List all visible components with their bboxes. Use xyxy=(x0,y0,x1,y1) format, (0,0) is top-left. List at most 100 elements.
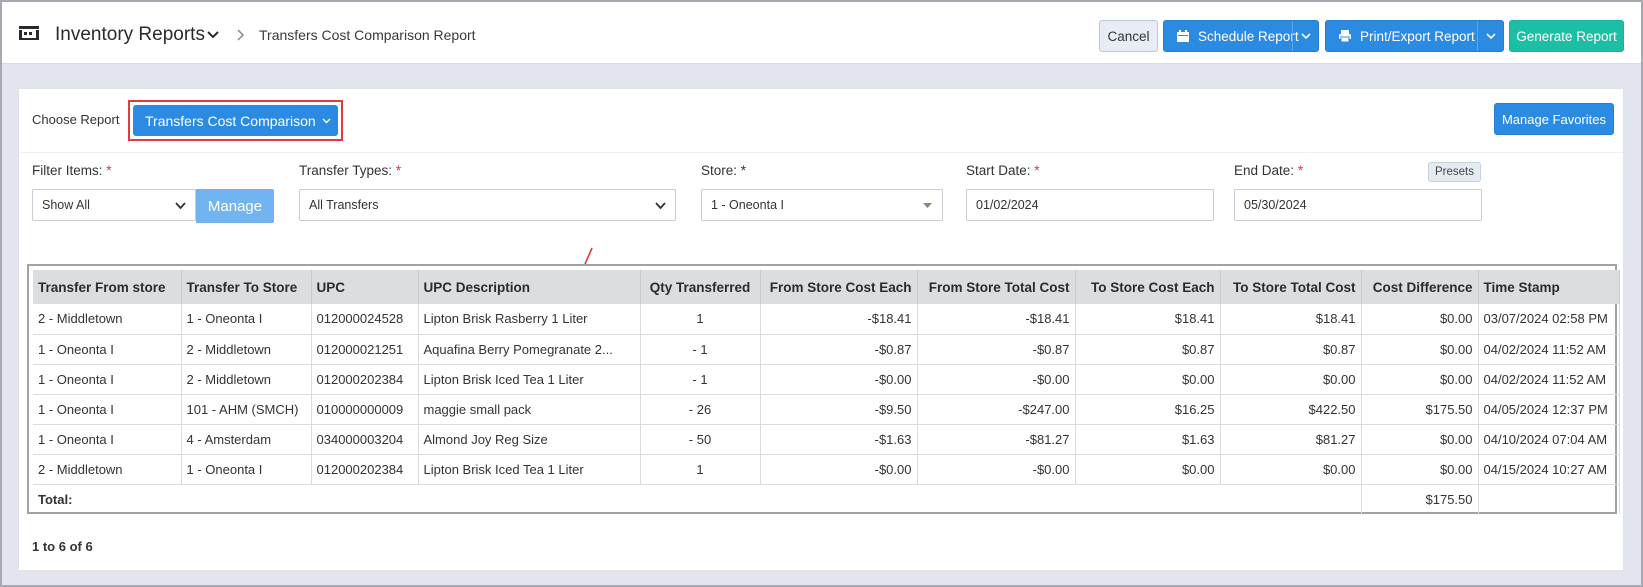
store-select[interactable]: 1 - Oneonta I xyxy=(701,189,943,221)
generate-report-button[interactable]: Generate Report xyxy=(1509,20,1624,52)
cell-to-store: 1 - Oneonta I xyxy=(181,304,312,335)
chevron-down-icon xyxy=(175,202,186,210)
schedule-report-button[interactable]: Schedule Report xyxy=(1163,20,1319,52)
col-header[interactable]: From Store Cost Each xyxy=(760,270,918,304)
cell-to-cost-each: $0.00 xyxy=(1075,364,1221,395)
table-row[interactable]: 2 - Middletown 1 - Oneonta I 01200020238… xyxy=(33,454,1620,485)
manage-favorites-button[interactable]: Manage Favorites xyxy=(1494,103,1614,135)
cell-cost-difference: $0.00 xyxy=(1361,424,1479,455)
table-row[interactable]: 1 - Oneonta I 4 - Amsterdam 034000003204… xyxy=(33,424,1620,455)
presets-button[interactable]: Presets xyxy=(1428,162,1481,182)
cell-to-cost-each: $0.00 xyxy=(1075,454,1221,485)
cell-from-cost-each: -$9.50 xyxy=(760,394,918,425)
cell-from-store: 1 - Oneonta I xyxy=(33,334,182,365)
cell-to-total-cost: $422.50 xyxy=(1220,394,1362,425)
cell-to-store: 4 - Amsterdam xyxy=(181,424,312,455)
filter-items-label: Filter Items: * xyxy=(32,163,112,178)
chevron-down-icon xyxy=(1300,32,1311,39)
store-label: Store: * xyxy=(701,163,747,178)
col-header[interactable]: To Store Total Cost xyxy=(1220,270,1362,304)
transfer-types-select[interactable]: All Transfers xyxy=(299,189,676,221)
chevron-down-icon[interactable] xyxy=(206,28,220,42)
col-header[interactable]: To Store Cost Each xyxy=(1075,270,1221,304)
filter-items-select[interactable]: Show All xyxy=(32,189,196,221)
cell-from-store: 1 - Oneonta I xyxy=(33,424,182,455)
cell-upc: 012000202384 xyxy=(311,454,419,485)
cell-from-store: 1 - Oneonta I xyxy=(33,394,182,425)
cell-from-store: 1 - Oneonta I xyxy=(33,364,182,395)
col-header[interactable]: Transfer From store xyxy=(33,270,182,304)
total-row: Total: $175.50 xyxy=(33,484,1620,514)
cell-timestamp: 04/02/2024 11:52 AM xyxy=(1478,334,1620,365)
schedule-dropdown-toggle[interactable] xyxy=(1292,21,1318,51)
cell-timestamp: 04/10/2024 07:04 AM xyxy=(1478,424,1620,455)
cell-qty: 1 xyxy=(640,454,761,485)
report-dropdown-value: Transfers Cost Comparison xyxy=(145,112,316,129)
cell-timestamp: 04/05/2024 12:37 PM xyxy=(1478,394,1620,425)
manage-button[interactable]: Manage xyxy=(196,189,274,223)
table-row[interactable]: 2 - Middletown 1 - Oneonta I 01200002452… xyxy=(33,304,1620,335)
table-row[interactable]: 1 - Oneonta I 101 - AHM (SMCH) 010000000… xyxy=(33,394,1620,425)
chevron-down-icon xyxy=(1485,32,1496,39)
chevron-down-icon xyxy=(655,202,666,210)
cancel-button[interactable]: Cancel xyxy=(1099,20,1158,52)
cell-upc: 012000202384 xyxy=(311,364,419,395)
cell-to-store: 2 - Middletown xyxy=(181,364,312,395)
report-store-icon xyxy=(19,26,39,40)
cell-to-total-cost: $0.00 xyxy=(1220,454,1362,485)
cell-from-total-cost: -$81.27 xyxy=(917,424,1076,455)
cell-qty: - 1 xyxy=(640,334,761,365)
cell-to-cost-each: $1.63 xyxy=(1075,424,1221,455)
print-export-button[interactable]: Print/Export Report xyxy=(1325,20,1504,52)
report-dropdown[interactable]: Transfers Cost Comparison xyxy=(133,105,338,136)
cell-from-cost-each: -$18.41 xyxy=(760,304,918,335)
cell-from-total-cost: -$0.00 xyxy=(917,454,1076,485)
cell-qty: - 26 xyxy=(640,394,761,425)
col-header[interactable]: UPC Description xyxy=(418,270,641,304)
total-cost-difference: $175.50 xyxy=(1361,484,1479,514)
col-header[interactable]: From Store Total Cost xyxy=(917,270,1076,304)
app-title[interactable]: Inventory Reports xyxy=(55,24,205,46)
col-header[interactable]: Time Stamp xyxy=(1478,270,1620,304)
start-date-value: 01/02/2024 xyxy=(976,198,1039,212)
cell-qty: - 1 xyxy=(640,364,761,395)
breadcrumb: Transfers Cost Comparison Report xyxy=(259,27,476,43)
cell-to-store: 2 - Middletown xyxy=(181,334,312,365)
start-date-label: Start Date: * xyxy=(966,163,1040,178)
table-row[interactable]: 1 - Oneonta I 2 - Middletown 01200020238… xyxy=(33,364,1620,395)
transfer-types-label: Transfer Types: * xyxy=(299,163,402,178)
col-header[interactable]: Qty Transferred xyxy=(640,270,761,304)
cell-cost-difference: $0.00 xyxy=(1361,304,1479,335)
cell-from-store: 2 - Middletown xyxy=(33,454,182,485)
cell-from-total-cost: -$18.41 xyxy=(917,304,1076,335)
report-table-container: Transfer From store Transfer To Store UP… xyxy=(27,264,1620,514)
cell-from-cost-each: -$0.87 xyxy=(760,334,918,365)
cell-timestamp: 04/15/2024 10:27 AM xyxy=(1478,454,1620,485)
choose-report-label: Choose Report xyxy=(32,112,120,127)
chevron-right-icon xyxy=(237,29,245,41)
print-dropdown-toggle[interactable] xyxy=(1477,21,1503,51)
calendar-icon xyxy=(1177,30,1189,42)
col-header[interactable]: Transfer To Store xyxy=(181,270,312,304)
store-value: 1 - Oneonta I xyxy=(711,198,784,212)
cell-from-total-cost: -$0.00 xyxy=(917,364,1076,395)
col-header[interactable]: UPC xyxy=(311,270,419,304)
cell-timestamp: 03/07/2024 02:58 PM xyxy=(1478,304,1620,335)
schedule-report-label: Schedule Report xyxy=(1198,28,1299,44)
print-export-label: Print/Export Report xyxy=(1360,28,1475,44)
table-header-row: Transfer From store Transfer To Store UP… xyxy=(33,270,1620,304)
cell-to-total-cost: $81.27 xyxy=(1220,424,1362,455)
end-date-value: 05/30/2024 xyxy=(1244,198,1307,212)
end-date-input[interactable]: 05/30/2024 xyxy=(1234,189,1482,221)
cell-from-total-cost: -$0.87 xyxy=(917,334,1076,365)
total-label: Total: xyxy=(33,484,1362,514)
cell-cost-difference: $0.00 xyxy=(1361,364,1479,395)
cell-upc-description: maggie small pack xyxy=(418,394,641,425)
start-date-input[interactable]: 01/02/2024 xyxy=(966,189,1214,221)
cell-upc-description: Almond Joy Reg Size xyxy=(418,424,641,455)
cell-from-cost-each: -$0.00 xyxy=(760,364,918,395)
cell-cost-difference: $0.00 xyxy=(1361,454,1479,485)
cell-to-cost-each: $16.25 xyxy=(1075,394,1221,425)
table-row[interactable]: 1 - Oneonta I 2 - Middletown 01200002125… xyxy=(33,334,1620,365)
col-header[interactable]: Cost Difference xyxy=(1361,270,1479,304)
